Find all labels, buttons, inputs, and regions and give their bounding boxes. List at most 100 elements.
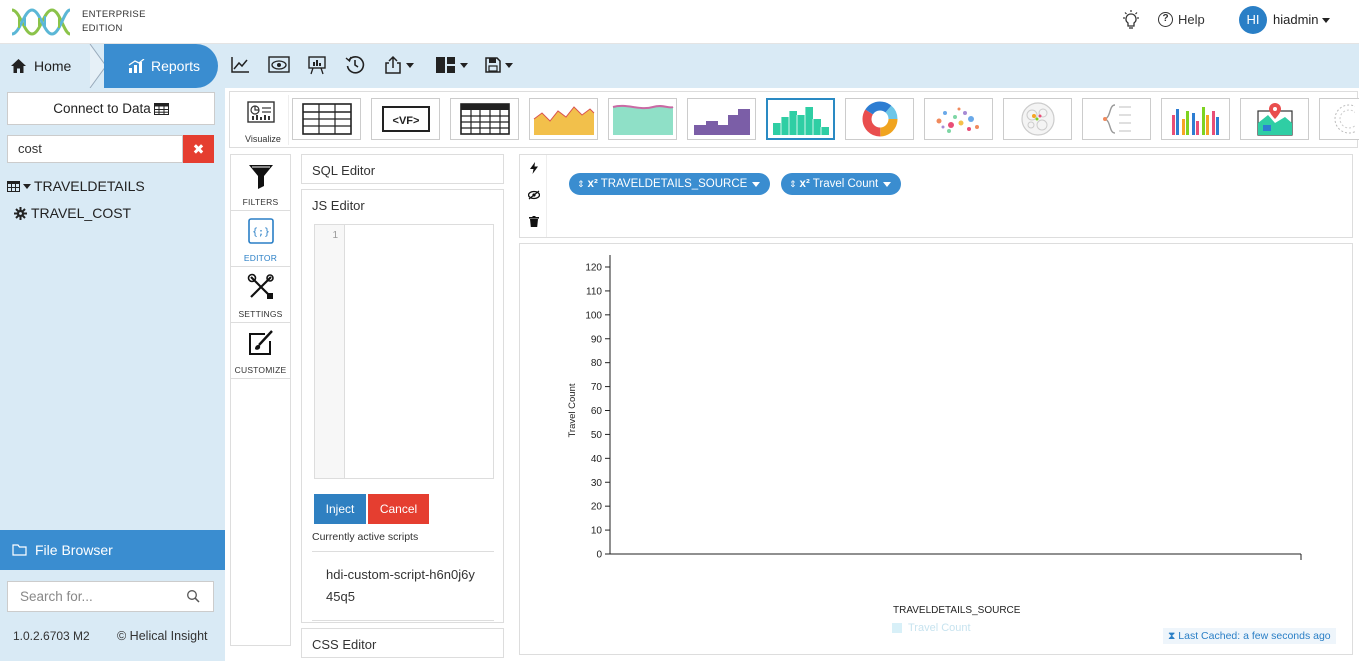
file-search-input[interactable]: Search for... bbox=[7, 581, 214, 612]
line-gutter: 1 bbox=[315, 225, 345, 478]
connect-to-data-button[interactable]: Connect to Data bbox=[7, 92, 215, 125]
user-menu[interactable]: hiadmin bbox=[1273, 12, 1330, 27]
search-icon[interactable] bbox=[186, 589, 200, 603]
tree-chart-icon[interactable] bbox=[1082, 98, 1151, 140]
eye-slash-icon[interactable] bbox=[528, 190, 540, 200]
filters-label: FILTERS bbox=[242, 197, 279, 207]
sort-icon: ⇕ bbox=[577, 178, 585, 189]
stream-area-icon[interactable] bbox=[608, 98, 677, 140]
metadata-search-input[interactable]: cost bbox=[7, 135, 183, 163]
svg-text:{;}: {;} bbox=[252, 227, 270, 238]
help-label: Help bbox=[1178, 12, 1205, 27]
nav-toolbar: Home Reports bbox=[0, 44, 1359, 88]
chevron-down-icon bbox=[406, 62, 414, 68]
y-field-pill[interactable]: ⇕ x² Travel Count bbox=[781, 173, 902, 195]
table-chart-icon[interactable] bbox=[292, 98, 361, 140]
css-editor-panel[interactable]: CSS Editor bbox=[301, 628, 504, 658]
y-field-label: Travel Count bbox=[812, 178, 879, 190]
avatar[interactable]: HI bbox=[1239, 6, 1267, 34]
circle-pack-icon[interactable] bbox=[1003, 98, 1072, 140]
tree-field-label: TRAVEL_COST bbox=[31, 205, 132, 221]
presentation-icon[interactable] bbox=[307, 52, 327, 78]
breadcrumb-reports[interactable]: Reports bbox=[104, 44, 218, 88]
chart-type-bar: Visualize <VF> bbox=[229, 91, 1359, 148]
reports-icon bbox=[128, 58, 145, 73]
field-prefix: x² bbox=[587, 178, 598, 190]
js-editor-panel: JS Editor 1 Inject Cancel Currently acti… bbox=[301, 189, 504, 623]
settings-label: SETTINGS bbox=[238, 309, 283, 319]
step-chart-icon[interactable] bbox=[687, 98, 756, 140]
fields-bar: ⇕ x² TRAVELDETAILS_SOURCE ⇕ x² Travel Coun… bbox=[519, 154, 1353, 238]
cache-status-label: Last Cached: a few seconds ago bbox=[1178, 630, 1331, 642]
folder-icon bbox=[12, 544, 27, 556]
inject-button[interactable]: Inject bbox=[314, 494, 366, 524]
y-tick-label: 20 bbox=[591, 502, 603, 513]
radial-chart-icon[interactable] bbox=[1319, 98, 1359, 140]
help-link[interactable]: ? Help bbox=[1158, 12, 1205, 27]
legend-label: Travel Count bbox=[908, 622, 971, 634]
tree-table-label: TRAVELDETAILS bbox=[34, 178, 145, 194]
y-tick-label: 110 bbox=[586, 286, 602, 297]
active-script-item[interactable]: hdi-custom-script-h6n0j6y45q5 bbox=[312, 551, 494, 621]
y-axis-label: Travel Count bbox=[567, 383, 578, 437]
y-tick-label: 60 bbox=[591, 406, 603, 417]
y-tick-label: 50 bbox=[591, 430, 603, 441]
tree-table-node[interactable]: TRAVELDETAILS bbox=[7, 178, 145, 194]
x-axis-label: TRAVELDETAILS_SOURCE bbox=[893, 605, 1021, 616]
chart-line-icon[interactable] bbox=[230, 52, 250, 78]
multi-bar-icon[interactable] bbox=[1161, 98, 1230, 140]
share-icon[interactable] bbox=[383, 52, 414, 78]
lightbulb-icon[interactable] bbox=[1121, 10, 1141, 32]
js-editor-title[interactable]: JS Editor bbox=[302, 190, 503, 221]
vf-chart-icon[interactable]: <VF> bbox=[371, 98, 440, 140]
y-tick-label: 40 bbox=[591, 454, 603, 465]
y-tick-label: 120 bbox=[585, 263, 602, 274]
y-tick-label: 80 bbox=[591, 358, 603, 369]
settings-tool[interactable]: SETTINGS bbox=[231, 267, 290, 323]
chevron-down-icon bbox=[752, 181, 761, 187]
map-chart-icon[interactable] bbox=[1240, 98, 1309, 140]
js-code-editor[interactable]: 1 bbox=[314, 224, 494, 479]
line-number: 1 bbox=[332, 230, 338, 241]
sql-editor-panel[interactable]: SQL Editor bbox=[301, 154, 504, 184]
file-browser-header[interactable]: File Browser bbox=[0, 530, 225, 570]
donut-chart-icon[interactable] bbox=[845, 98, 914, 140]
edition-line-1: ENTERPRISE bbox=[82, 9, 146, 20]
visualize-button[interactable]: Visualize bbox=[233, 95, 289, 145]
css-editor-title[interactable]: CSS Editor bbox=[302, 629, 503, 660]
customize-tool[interactable]: CUSTOMIZE bbox=[231, 323, 290, 379]
chevron-down-icon bbox=[883, 181, 892, 187]
cancel-button[interactable]: Cancel bbox=[368, 494, 429, 524]
clear-search-button[interactable]: ✖ bbox=[183, 135, 214, 163]
grid-table-icon[interactable] bbox=[450, 98, 519, 140]
trash-icon[interactable] bbox=[529, 216, 539, 227]
tree-field-node[interactable]: TRAVEL_COST bbox=[14, 205, 131, 221]
sql-editor-title[interactable]: SQL Editor bbox=[302, 155, 503, 186]
eye-icon[interactable] bbox=[268, 52, 290, 78]
question-icon: ? bbox=[1158, 12, 1173, 27]
field-prefix: x² bbox=[799, 178, 810, 190]
histogram-icon[interactable] bbox=[766, 98, 835, 140]
filters-tool[interactable]: FILTERS bbox=[231, 155, 290, 211]
layout-icon[interactable] bbox=[435, 52, 468, 78]
y-tick-label: 100 bbox=[585, 310, 602, 321]
chart-area: 0 10 20 30 40 50 60 70 80 90 100 110 120 Travel Count… bbox=[519, 243, 1353, 655]
editor-tool[interactable]: {;} EDITOR bbox=[231, 211, 290, 267]
copyright-label: © Helical Insight bbox=[117, 629, 208, 643]
lightning-icon[interactable] bbox=[530, 162, 538, 174]
scatter-chart-icon[interactable] bbox=[924, 98, 993, 140]
y-tick-label: 0 bbox=[596, 550, 602, 561]
fields-tools bbox=[520, 155, 547, 237]
x-field-pill[interactable]: ⇕ x² TRAVELDETAILS_SOURCE bbox=[569, 173, 771, 195]
save-icon[interactable] bbox=[484, 52, 513, 78]
connect-label: Connect to Data bbox=[53, 101, 151, 116]
chevron-down-icon bbox=[23, 183, 31, 189]
data-panel: Connect to Data cost ✖ TRAVELDETAILS TRA… bbox=[0, 88, 225, 661]
hourglass-icon: ⧗ bbox=[1168, 630, 1176, 642]
cache-status: ⧗ Last Cached: a few seconds ago bbox=[1163, 628, 1336, 644]
breadcrumb-home[interactable]: Home bbox=[0, 44, 71, 88]
chevron-down-icon bbox=[505, 62, 513, 68]
chart-legend[interactable]: Travel Count bbox=[892, 622, 971, 634]
history-icon[interactable] bbox=[345, 52, 365, 78]
area-chart-icon[interactable] bbox=[529, 98, 598, 140]
